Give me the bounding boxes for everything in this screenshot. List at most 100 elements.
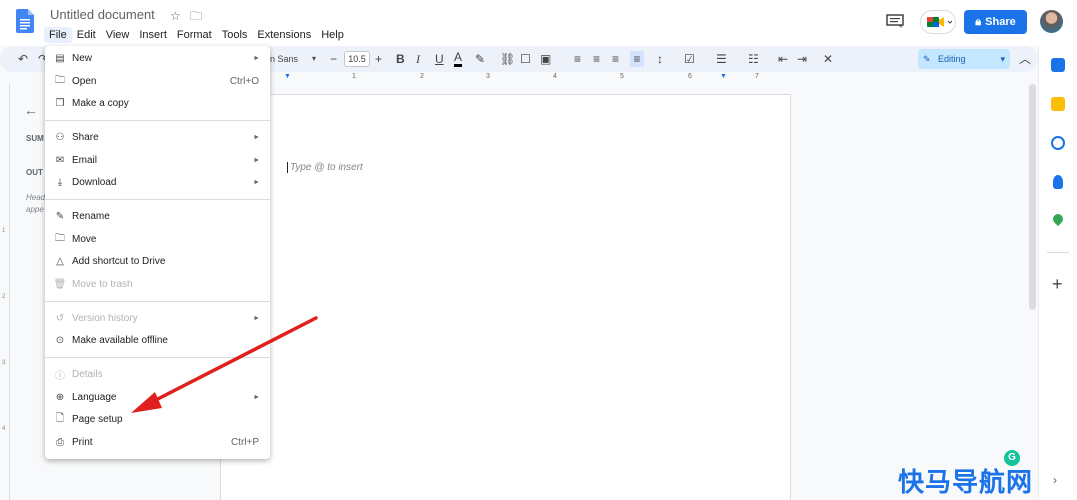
drive-shortcut-icon: △	[56, 255, 64, 267]
divider	[1047, 252, 1069, 253]
tasks-icon[interactable]	[1051, 136, 1065, 150]
ruler-tick-label: 6	[688, 73, 692, 80]
docs-logo-icon[interactable]	[16, 9, 34, 33]
person-add-icon: ⚇	[55, 131, 65, 143]
menu-item-open[interactable]: 🗀 Open Ctrl+O	[45, 70, 270, 92]
menu-view[interactable]: View	[101, 27, 135, 43]
calendar-icon[interactable]	[1051, 58, 1065, 72]
menu-item-label: Make a copy	[72, 97, 129, 109]
font-size-input[interactable]: 10.5	[344, 51, 370, 67]
menu-item-rename[interactable]: ✎ Rename	[45, 205, 270, 227]
file-menu: ▤ New ► 🗀 Open Ctrl+O ❐ Make a copy ⚇ Sh…	[45, 46, 270, 459]
menu-format[interactable]: Format	[172, 27, 217, 43]
rename-icon: ✎	[55, 210, 65, 222]
hide-menus-chevron-icon[interactable]: ︿	[1019, 51, 1031, 67]
bulleted-list-icon[interactable]: ☰	[716, 51, 727, 67]
download-icon: ⤓	[57, 176, 63, 188]
increase-font-button[interactable]: +	[375, 51, 382, 67]
increase-indent-icon[interactable]: ⇥	[797, 51, 807, 67]
doc-icon: ▤	[55, 52, 65, 64]
ruler-tick-label: 7	[755, 73, 759, 80]
history-icon: ↺	[55, 312, 65, 324]
submenu-arrow-icon: ►	[253, 314, 260, 322]
maps-icon[interactable]	[1050, 211, 1066, 227]
menu-separator	[45, 199, 270, 200]
menu-item-print[interactable]: ⎙ Print Ctrl+P	[45, 431, 270, 453]
star-icon[interactable]: ☆	[170, 9, 181, 23]
checklist-icon[interactable]: ☑	[684, 51, 695, 67]
highlight-icon[interactable]: ✎	[475, 51, 485, 67]
clear-formatting-icon[interactable]: ✕	[823, 51, 833, 67]
menu-item-share[interactable]: ⚇ Share ►	[45, 126, 270, 148]
horizontal-ruler[interactable]: ▼ 1 2 3 4 5 6 ▼ 7	[270, 72, 790, 84]
submenu-arrow-icon: ►	[253, 156, 260, 164]
avatar[interactable]	[1040, 10, 1063, 33]
menu-item-page-setup[interactable]: 🗋 Page setup	[45, 408, 270, 430]
menu-help[interactable]: Help	[316, 27, 349, 43]
menu-item-make-a-copy[interactable]: ❐ Make a copy	[45, 92, 270, 114]
add-comment-icon[interactable]: ☐	[520, 51, 531, 67]
menu-item-details: ⓘ Details	[45, 363, 270, 385]
menu-item-label: New	[72, 52, 93, 64]
align-right-icon[interactable]: ≡	[612, 51, 619, 67]
bold-button[interactable]: B	[396, 51, 405, 67]
add-addon-icon[interactable]: +	[1052, 275, 1063, 293]
justify-icon[interactable]: ≡	[630, 51, 644, 67]
decrease-indent-icon[interactable]: ⇤	[778, 51, 788, 67]
document-page[interactable]: Type @ to insert	[220, 94, 791, 500]
align-left-icon[interactable]: ≡	[574, 51, 581, 67]
undo-icon[interactable]: ↶	[18, 51, 28, 67]
doc-title[interactable]: Untitled document	[50, 7, 155, 22]
text-color-button[interactable]: A	[454, 51, 463, 67]
move-folder-icon[interactable]: 🗀	[190, 9, 202, 23]
menu-item-language[interactable]: ⊕ Language ►	[45, 386, 270, 408]
menu-item-label: Move to trash	[72, 278, 133, 290]
menu-item-add-shortcut[interactable]: △ Add shortcut to Drive	[45, 250, 270, 272]
menu-item-version-history: ↺ Version history ►	[45, 307, 270, 329]
font-dropdown-chevron-icon[interactable]: ▾	[312, 51, 316, 67]
menu-item-move[interactable]: 🗀 Move	[45, 228, 270, 250]
decrease-font-button[interactable]: −	[330, 51, 337, 67]
menu-file[interactable]: File	[44, 27, 72, 43]
ruler-tick-label: 3	[2, 360, 6, 366]
submenu-arrow-icon: ►	[253, 133, 260, 141]
ruler-tick-label: 1	[352, 73, 356, 80]
indent-marker-icon[interactable]: ▼	[284, 73, 291, 80]
copy-icon: ❐	[55, 97, 65, 109]
editing-mode-select[interactable]: ✎ Editing ▾	[918, 49, 1010, 69]
underline-button[interactable]: U	[435, 51, 444, 67]
insert-placeholder[interactable]: Type @ to insert	[287, 162, 363, 173]
scrollbar[interactable]	[1029, 84, 1036, 310]
italic-button[interactable]: I	[416, 51, 420, 67]
menu-item-make-available-offline[interactable]: ⊙ Make available offline	[45, 329, 270, 351]
menu-item-new[interactable]: ▤ New ►	[45, 47, 270, 69]
side-panel: +	[1038, 46, 1077, 500]
back-arrow-icon[interactable]: ←	[24, 102, 38, 118]
chevron-right-icon[interactable]: ›	[1053, 473, 1057, 487]
menu-item-label: Make available offline	[72, 334, 168, 346]
menu-edit[interactable]: Edit	[72, 27, 101, 43]
keep-icon[interactable]	[1051, 97, 1065, 111]
menu-item-download[interactable]: ⤓ Download ►	[45, 171, 270, 193]
numbered-list-icon[interactable]: ☷	[748, 51, 759, 67]
watermark-logo: 快马导航网	[898, 468, 1034, 498]
menu-item-label: Add shortcut to Drive	[72, 255, 166, 267]
menu-insert[interactable]: Insert	[134, 27, 172, 43]
share-button[interactable]: 🔒︎ Share	[964, 10, 1027, 34]
menu-item-label: Share	[72, 131, 99, 143]
insert-image-icon[interactable]: ▣	[540, 51, 551, 67]
right-indent-marker-icon[interactable]: ▼	[720, 73, 727, 80]
ruler-tick-label: 4	[553, 73, 557, 80]
contacts-icon[interactable]	[1053, 175, 1063, 189]
comment-history-icon[interactable]	[886, 14, 904, 28]
line-spacing-icon[interactable]: ↕	[657, 51, 663, 67]
menu-item-label: Details	[72, 368, 103, 380]
meet-button[interactable]	[920, 10, 956, 34]
ruler-tick-label: 1	[2, 228, 6, 234]
menu-item-email[interactable]: ✉ Email ►	[45, 149, 270, 171]
menu-tools[interactable]: Tools	[217, 27, 253, 43]
menu-extensions[interactable]: Extensions	[252, 27, 316, 43]
menu-item-label: Email	[72, 154, 98, 166]
link-icon[interactable]: ⛓	[500, 51, 515, 67]
align-center-icon[interactable]: ≡	[593, 51, 600, 67]
